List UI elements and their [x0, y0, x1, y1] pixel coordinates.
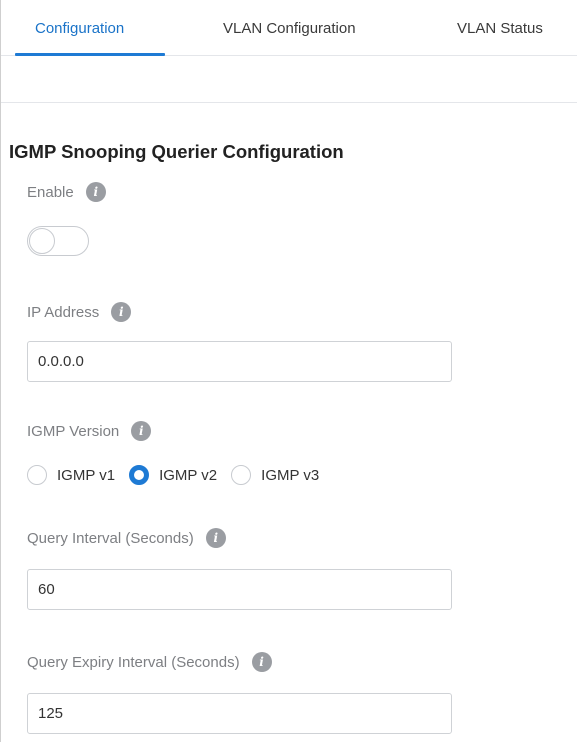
enable-label-row: Enable i	[27, 182, 106, 202]
radio-igmp-v3-label: IGMP v3	[261, 466, 320, 484]
radio-igmp-v3[interactable]: IGMP v3	[231, 465, 319, 485]
radio-igmp-v2-label: IGMP v2	[159, 466, 218, 484]
toolbar-area	[1, 56, 577, 103]
ip-address-label-row: IP Address i	[27, 302, 132, 322]
tab-vlan-status[interactable]: VLAN Status	[457, 0, 543, 55]
toggle-knob	[29, 228, 55, 254]
radio-igmp-v2-circle[interactable]	[129, 465, 150, 485]
igmp-version-label-row: IGMP Version i	[27, 421, 152, 441]
query-interval-label: Query Interval (Seconds)	[27, 529, 194, 547]
enable-label: Enable	[27, 183, 74, 201]
query-interval-input[interactable]	[27, 569, 452, 610]
enable-info-icon[interactable]: i	[85, 182, 106, 202]
query-interval-label-row: Query Interval (Seconds) i	[27, 528, 226, 548]
panel-left-border	[0, 0, 1, 742]
radio-igmp-v1[interactable]: IGMP v1	[27, 465, 115, 485]
radio-igmp-v1-label: IGMP v1	[57, 466, 116, 484]
radio-igmp-v3-circle[interactable]	[231, 465, 252, 485]
query-expiry-interval-label-row: Query Expiry Interval (Seconds) i	[27, 652, 272, 672]
tab-bar: Configuration VLAN Configuration VLAN St…	[1, 0, 577, 56]
section-title: IGMP Snooping Querier Configuration	[9, 141, 344, 162]
igmp-version-radio-group: IGMP v1 IGMP v2 IGMP v3	[27, 462, 333, 488]
radio-igmp-v1-circle[interactable]	[27, 465, 47, 485]
query-expiry-interval-info-icon[interactable]: i	[251, 652, 272, 672]
tab-configuration[interactable]: Configuration	[35, 0, 124, 55]
query-interval-info-icon[interactable]: i	[205, 528, 226, 548]
query-expiry-interval-input[interactable]	[27, 693, 452, 734]
ip-address-info-icon[interactable]: i	[111, 302, 132, 322]
enable-toggle[interactable]	[27, 226, 89, 256]
radio-igmp-v2[interactable]: IGMP v2	[129, 465, 217, 485]
query-expiry-interval-label: Query Expiry Interval (Seconds)	[27, 653, 240, 671]
ip-address-input[interactable]	[27, 341, 452, 382]
tab-vlan-configuration[interactable]: VLAN Configuration	[223, 0, 356, 55]
ip-address-label: IP Address	[27, 303, 100, 321]
igmp-version-info-icon[interactable]: i	[131, 421, 152, 441]
igmp-version-label: IGMP Version	[27, 422, 120, 440]
igmp-querier-panel: Configuration VLAN Configuration VLAN St…	[0, 0, 577, 742]
